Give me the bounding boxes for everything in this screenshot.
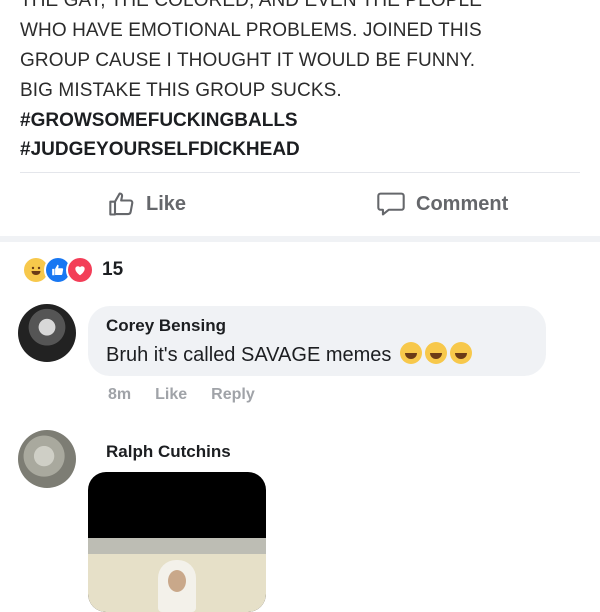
- comment-text-body: Bruh it's called SAVAGE memes: [106, 344, 392, 366]
- love-icon: [66, 256, 94, 284]
- comment-author[interactable]: Corey Bensing: [106, 316, 226, 336]
- comment-reply-link[interactable]: Reply: [211, 386, 255, 404]
- comment-button[interactable]: Comment: [376, 190, 508, 218]
- attachment-face: [168, 570, 186, 592]
- thumbs-up-icon: [109, 192, 134, 216]
- attachment-strip: [88, 538, 266, 554]
- post-text-line: GROUP CAUSE I THOUGHT IT WOULD BE FUNNY.: [20, 50, 476, 71]
- post-body: THE GAY, THE COLORED, AND EVEN THE PEOPL…: [20, 0, 590, 164]
- comment-label: Comment: [416, 192, 509, 215]
- hashtag-link[interactable]: #JUDGEYOURSELFDICKHEAD: [20, 135, 590, 164]
- comment-author[interactable]: Ralph Cutchins: [106, 442, 231, 462]
- post-text-line: THE GAY, THE COLORED, AND EVEN THE PEOPL…: [20, 0, 482, 11]
- reactions-summary[interactable]: 15: [22, 256, 123, 284]
- like-button[interactable]: Like: [108, 190, 186, 218]
- comment-like-link[interactable]: Like: [155, 386, 187, 404]
- section-divider: [0, 236, 600, 242]
- post-text-line: BIG MISTAKE THIS GROUP SUCKS.: [20, 80, 342, 101]
- post-action-bar: Like Comment: [0, 180, 600, 232]
- laugh-cry-emoji-icon: [449, 342, 472, 364]
- laugh-cry-emoji-icon: [424, 342, 447, 364]
- post-text-line: WHO HAVE EMOTIONAL PROBLEMS. JOINED THIS: [20, 20, 482, 41]
- divider: [20, 172, 580, 173]
- comment-icon: [377, 192, 405, 216]
- avatar[interactable]: [18, 304, 76, 362]
- comment-meta: 8m Like Reply: [108, 386, 255, 404]
- hashtag-link[interactable]: #GROWSOMEFUCKINGBALLS: [20, 106, 590, 135]
- laugh-cry-emoji-icon: [399, 342, 422, 364]
- like-label: Like: [146, 192, 187, 215]
- image-attachment[interactable]: [88, 472, 266, 612]
- comment-bubble: Corey Bensing Bruh it's called SAVAGE me…: [88, 306, 546, 376]
- reaction-count: 15: [102, 259, 124, 280]
- comment-time: 8m: [108, 386, 132, 403]
- comment-text: Bruh it's called SAVAGE memes: [106, 342, 472, 367]
- avatar[interactable]: [18, 430, 76, 488]
